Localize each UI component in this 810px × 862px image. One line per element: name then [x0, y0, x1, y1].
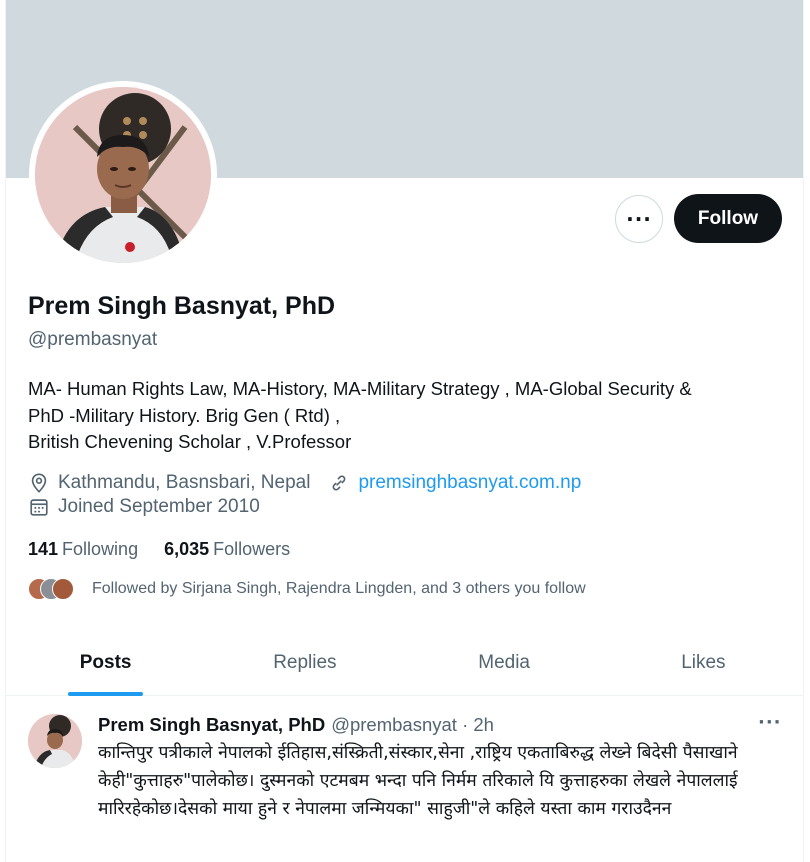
- tab-label: Replies: [273, 651, 337, 673]
- profile-handle: @prembasnyat: [28, 329, 158, 350]
- profile-tabs: Posts Replies Media Likes: [6, 630, 803, 696]
- profile-name: Prem Singh Basnyat, PhD: [28, 292, 336, 320]
- follower-avatar: [52, 578, 74, 600]
- post-author-name[interactable]: Prem Singh Basnyat, PhD: [98, 714, 325, 736]
- tab-label: Media: [478, 651, 530, 673]
- profile-avatar[interactable]: [35, 87, 211, 263]
- following-count: 141: [28, 539, 59, 559]
- followers-label: Followers: [213, 539, 291, 559]
- post-item[interactable]: Prem Singh Basnyat, PhD @prembasnyat · 2…: [6, 697, 803, 862]
- profile-joined-row: Joined September 2010: [28, 496, 260, 518]
- column-border-right: [803, 0, 804, 862]
- profile-page: ··· Follow Prem Singh Basnyat, PhD @prem…: [0, 0, 810, 862]
- post-header: Prem Singh Basnyat, PhD @prembasnyat · 2…: [98, 714, 494, 736]
- post-more-button[interactable]: ···: [758, 712, 782, 733]
- followers-link[interactable]: 6,035 Followers: [164, 539, 290, 560]
- location-icon: [28, 472, 50, 494]
- profile-location: Kathmandu, Basnsbari, Nepal: [58, 472, 311, 493]
- profile-website-link[interactable]: premsinghbasnyat.com.np: [328, 472, 581, 494]
- profile-joined: Joined September 2010: [58, 496, 260, 517]
- post-meta[interactable]: @prembasnyat · 2h: [331, 714, 494, 736]
- more-options-button[interactable]: ···: [615, 195, 663, 243]
- more-icon: ···: [758, 712, 782, 733]
- tab-label: Likes: [681, 651, 726, 673]
- followed-by-row[interactable]: Followed by Sirjana Singh, Rajendra Ling…: [28, 576, 586, 602]
- post-text: कान्तिपुर पत्रीकाले नेपालको ईतिहास,संस्क…: [98, 743, 738, 819]
- post-author-avatar[interactable]: [28, 714, 82, 768]
- calendar-icon: [28, 496, 50, 518]
- tab-media[interactable]: Media: [405, 630, 604, 695]
- link-icon: [328, 472, 350, 494]
- following-link[interactable]: 141 Following: [28, 539, 138, 560]
- following-label: Following: [62, 539, 139, 559]
- tab-likes[interactable]: Likes: [604, 630, 803, 695]
- follow-stats: 141 Following 6,035 Followers: [28, 539, 290, 560]
- follow-button[interactable]: Follow: [674, 194, 782, 243]
- tab-label: Posts: [79, 651, 132, 673]
- followers-count: 6,035: [164, 539, 210, 559]
- more-icon: ···: [626, 207, 652, 231]
- profile-bio: MA- Human Rights Law, MA-History, MA-Mil…: [28, 378, 692, 452]
- tab-replies[interactable]: Replies: [205, 630, 404, 695]
- profile-location-row: Kathmandu, Basnsbari, Nepal premsinghbas…: [28, 472, 581, 494]
- followed-by-avatars: [28, 576, 80, 602]
- tab-posts[interactable]: Posts: [6, 630, 205, 696]
- followed-by-text: Followed by Sirjana Singh, Rajendra Ling…: [92, 580, 586, 597]
- active-tab-indicator: [68, 692, 144, 696]
- profile-website[interactable]: premsinghbasnyat.com.np: [358, 472, 581, 494]
